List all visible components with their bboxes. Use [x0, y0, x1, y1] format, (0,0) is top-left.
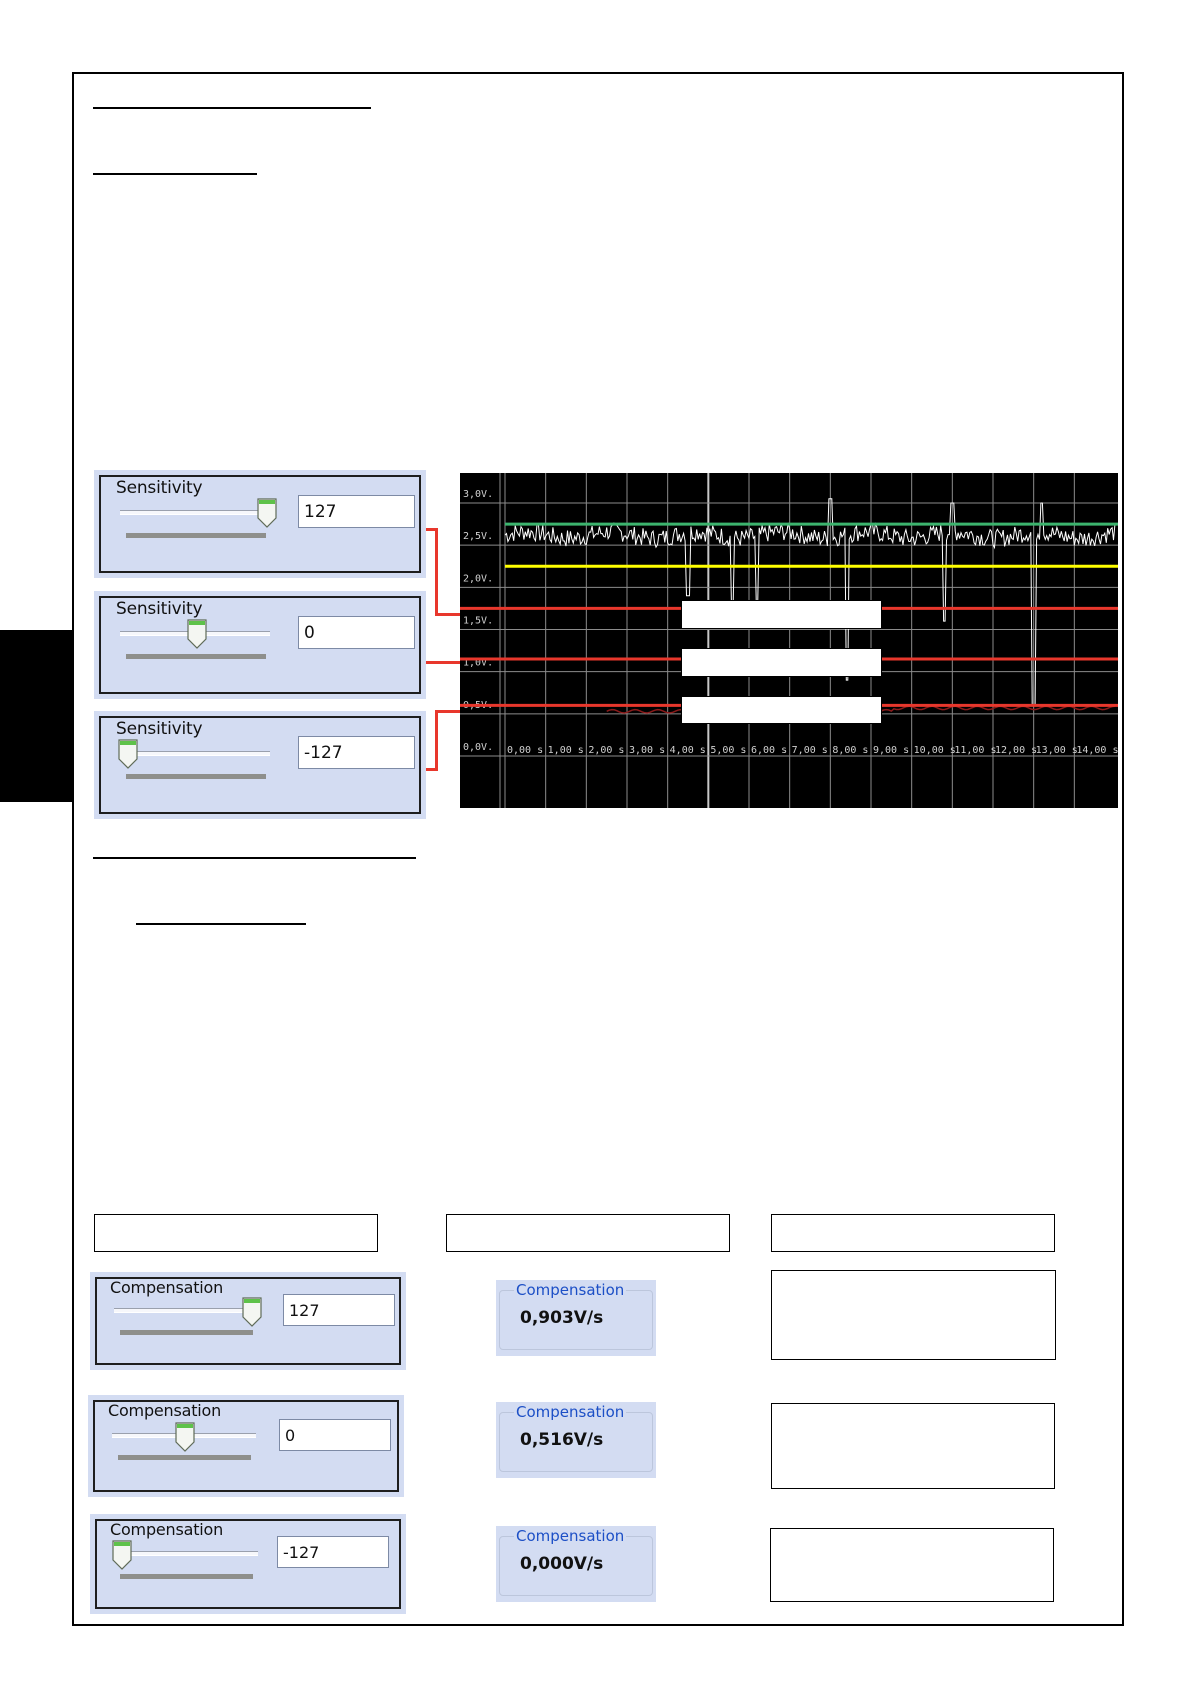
compensation-readout: Compensation 0,000V/s [496, 1526, 656, 1602]
sensitivity-panel: Sensitivity 0 [94, 591, 426, 699]
sensitivity-slider-thumb[interactable] [118, 739, 138, 769]
sensitivity-label: Sensitivity [116, 719, 203, 739]
compensation-panel: Compensation -127 [90, 1514, 406, 1614]
column-header-box [94, 1214, 378, 1252]
subsection-heading-underline [93, 173, 257, 175]
connector-line [426, 661, 460, 664]
x-tick-label: 11,00 s [954, 745, 996, 756]
x-tick-label: 8,00 s [832, 745, 868, 756]
compensation-label: Compensation [110, 1278, 224, 1297]
sensitivity-value-field[interactable]: -127 [298, 736, 415, 769]
compensation-readout-value: 0,000V/s [520, 1554, 604, 1574]
connector-bracket [435, 613, 460, 616]
sensitivity-slider-track[interactable] [120, 751, 270, 756]
y-tick-label: 2,0V. [463, 573, 493, 584]
connector-bracket [435, 710, 438, 771]
compensation-readout-value: 0,516V/s [520, 1430, 604, 1450]
y-tick-label: 1,5V. [463, 616, 493, 627]
page-frame [72, 72, 1124, 1626]
compensation-slider-thumb[interactable] [112, 1540, 132, 1570]
compensation-readout-title: Compensation [514, 1281, 627, 1299]
compensation-value-field[interactable]: -127 [277, 1536, 389, 1568]
y-tick-label: 0,0V. [463, 742, 493, 753]
compensation-value-field[interactable]: 0 [279, 1419, 391, 1451]
column-header-box [771, 1214, 1055, 1252]
sensitivity-value-field[interactable]: 0 [298, 616, 415, 649]
sensitivity-slider-thumb[interactable] [187, 619, 207, 649]
sensitivity-slider-track[interactable] [120, 510, 270, 515]
compensation-readout: Compensation 0,903V/s [496, 1280, 656, 1356]
compensation-label: Compensation [108, 1401, 222, 1420]
connector-bracket [435, 528, 438, 616]
x-tick-label: 0,00 s [507, 745, 543, 756]
sensitivity-panel: Sensitivity 127 [94, 470, 426, 578]
compensation-label: Compensation [110, 1520, 224, 1539]
x-tick-label: 4,00 s [670, 745, 706, 756]
section-heading-underline-2 [93, 857, 416, 859]
compensation-slider-thumb[interactable] [175, 1422, 195, 1452]
slider-scale [118, 1455, 251, 1460]
chapter-tab [0, 630, 72, 802]
sensitivity-label: Sensitivity [116, 599, 203, 619]
x-tick-label: 5,00 s [710, 745, 746, 756]
compensation-panel: Compensation 0 [88, 1395, 404, 1497]
x-tick-label: 9,00 s [873, 745, 909, 756]
compensation-readout: Compensation 0,516V/s [496, 1402, 656, 1478]
slider-scale [120, 1574, 253, 1579]
description-box [771, 1403, 1055, 1489]
slider-scale [120, 1330, 253, 1335]
compensation-readout-title: Compensation [514, 1403, 627, 1421]
sensitivity-annotation-box [681, 696, 882, 724]
compensation-slider-thumb[interactable] [242, 1297, 262, 1327]
signal-chart-svg: 3,0V.2,5V.2,0V.1,5V.1,0V.0,5V.0,0V.0,00 … [460, 473, 1118, 808]
slider-scale [126, 654, 266, 659]
sensitivity-annotation-box [681, 648, 882, 677]
x-tick-label: 10,00 s [914, 745, 956, 756]
description-box [771, 1270, 1056, 1360]
x-tick-label: 3,00 s [629, 745, 665, 756]
subsection-heading-underline-2 [136, 923, 306, 925]
column-header-box [446, 1214, 730, 1252]
x-tick-label: 14,00 s [1076, 745, 1118, 756]
signal-chart: 3,0V.2,5V.2,0V.1,5V.1,0V.0,5V.0,0V.0,00 … [460, 473, 1118, 808]
y-tick-label: 2,5V. [463, 531, 493, 542]
slider-scale [126, 533, 266, 538]
compensation-value-field[interactable]: 127 [283, 1294, 395, 1326]
x-tick-label: 1,00 s [548, 745, 584, 756]
compensation-slider-track[interactable] [114, 1551, 258, 1556]
x-tick-label: 7,00 s [792, 745, 828, 756]
connector-bracket [435, 710, 460, 713]
compensation-slider-track[interactable] [114, 1308, 258, 1313]
x-tick-label: 6,00 s [751, 745, 787, 756]
x-tick-label: 13,00 s [1036, 745, 1078, 756]
compensation-readout-value: 0,903V/s [520, 1308, 604, 1328]
x-tick-label: 2,00 s [588, 745, 624, 756]
sensitivity-value-field[interactable]: 127 [298, 495, 415, 528]
slider-scale [126, 774, 266, 779]
compensation-readout-title: Compensation [514, 1527, 627, 1545]
description-box [770, 1528, 1054, 1602]
sensitivity-slider-thumb[interactable] [257, 498, 277, 528]
sensitivity-annotation-box [681, 600, 882, 629]
sensitivity-panel: Sensitivity -127 [94, 711, 426, 819]
compensation-panel: Compensation 127 [90, 1272, 406, 1370]
x-tick-label: 12,00 s [995, 745, 1037, 756]
y-tick-label: 3,0V. [463, 489, 493, 500]
sensitivity-label: Sensitivity [116, 478, 203, 498]
section-heading-underline [93, 107, 371, 109]
